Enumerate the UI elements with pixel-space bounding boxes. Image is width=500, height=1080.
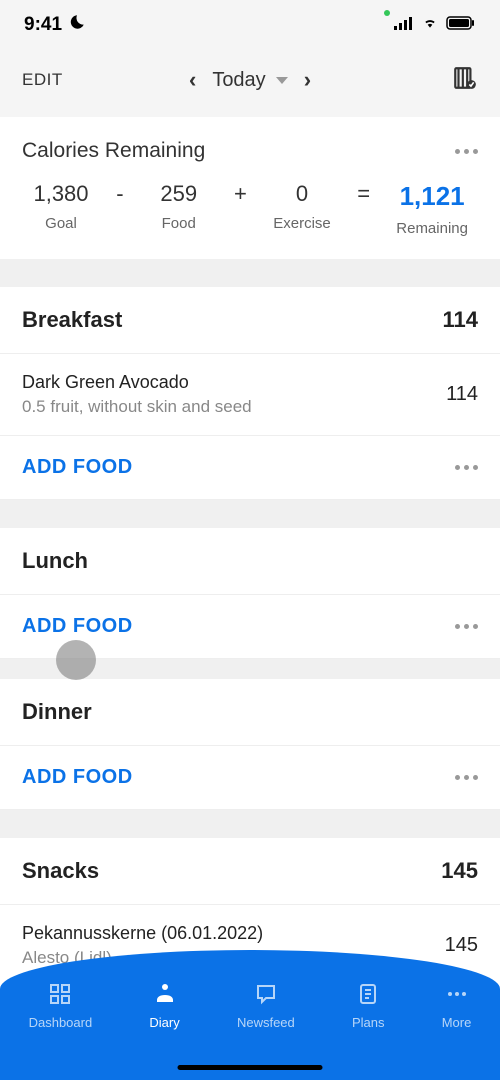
date-navigator: ‹ Today › <box>189 67 311 93</box>
breakfast-header[interactable]: Breakfast 114 <box>0 287 500 354</box>
calories-summary: Calories Remaining 1,380 Goal - 259 Food… <box>0 117 500 259</box>
breakfast-calories: 114 <box>443 307 479 333</box>
food-item-name: Dark Green Avocado <box>22 372 252 393</box>
snacks-header[interactable]: Snacks 145 <box>0 838 500 905</box>
equals-operator: = <box>357 181 370 207</box>
nav-plans-label: Plans <box>352 1015 385 1030</box>
dinner-header[interactable]: Dinner <box>0 679 500 746</box>
nav-diary[interactable]: Diary <box>149 980 179 1030</box>
lunch-header[interactable]: Lunch <box>0 528 500 595</box>
snacks-label: Snacks <box>22 858 99 884</box>
cellular-icon <box>394 16 414 35</box>
more-icon <box>443 980 471 1008</box>
add-food-breakfast-button[interactable]: ADD FOOD <box>22 456 133 479</box>
next-day-button[interactable]: › <box>304 67 311 93</box>
nav-dashboard-label: Dashboard <box>29 1015 93 1030</box>
edit-button[interactable]: EDIT <box>22 70 63 90</box>
nav-dashboard[interactable]: Dashboard <box>29 980 93 1030</box>
add-food-dinner-button[interactable]: ADD FOOD <box>22 766 133 789</box>
plus-operator: + <box>234 181 247 207</box>
status-time: 9:41 <box>24 14 62 36</box>
header: EDIT ‹ Today › <box>0 50 500 110</box>
calories-food-value: 259 <box>150 181 208 207</box>
nav-newsfeed[interactable]: Newsfeed <box>237 980 295 1030</box>
calories-goal-value: 1,380 <box>32 181 90 207</box>
lunch-more-button[interactable] <box>455 624 478 629</box>
dinner-more-button[interactable] <box>455 775 478 780</box>
section-divider <box>0 500 500 528</box>
nav-more[interactable]: More <box>442 980 472 1030</box>
lunch-label: Lunch <box>22 548 88 574</box>
bottom-navigation: Dashboard Diary Newsfeed Plans More <box>0 950 500 1080</box>
chevron-down-icon <box>276 77 288 84</box>
nav-plans[interactable]: Plans <box>352 980 385 1030</box>
date-label-text: Today <box>212 69 265 92</box>
food-item-name: Pekannusskerne (06.01.2022) <box>22 923 263 944</box>
nav-diary-label: Diary <box>149 1015 179 1030</box>
status-bar: 9:41 <box>0 0 500 50</box>
section-divider <box>0 259 500 287</box>
calories-title: Calories Remaining <box>22 139 205 163</box>
battery-icon <box>446 16 476 35</box>
recording-indicator <box>384 10 390 16</box>
home-indicator[interactable] <box>178 1065 323 1070</box>
dashboard-icon <box>46 980 74 1008</box>
food-item-detail: 0.5 fruit, without skin and seed <box>22 397 252 417</box>
food-item-calories: 145 <box>445 934 478 957</box>
barcode-scan-button[interactable] <box>452 65 478 96</box>
calories-exercise-value: 0 <box>273 181 331 207</box>
calories-food-label: Food <box>150 215 208 232</box>
calories-goal: 1,380 Goal <box>32 181 90 232</box>
date-selector[interactable]: Today <box>212 69 287 92</box>
touch-indicator <box>56 640 96 680</box>
calories-more-button[interactable] <box>455 149 478 154</box>
breakfast-label: Breakfast <box>22 307 122 333</box>
wifi-icon <box>420 16 440 35</box>
calories-food: 259 Food <box>150 181 208 232</box>
plans-icon <box>354 980 382 1008</box>
breakfast-section: Breakfast 114 Dark Green Avocado 0.5 fru… <box>0 287 500 500</box>
do-not-disturb-icon <box>68 13 86 37</box>
nav-more-label: More <box>442 1015 472 1030</box>
section-divider <box>0 810 500 838</box>
calories-remaining-value: 1,121 <box>396 181 468 212</box>
breakfast-more-button[interactable] <box>455 465 478 470</box>
calories-exercise: 0 Exercise <box>273 181 331 232</box>
diary-icon <box>151 980 179 1008</box>
add-food-lunch-button[interactable]: ADD FOOD <box>22 615 133 638</box>
calories-remaining: 1,121 Remaining <box>396 181 468 237</box>
newsfeed-icon <box>252 980 280 1008</box>
nav-newsfeed-label: Newsfeed <box>237 1015 295 1030</box>
calories-remaining-label: Remaining <box>396 220 468 237</box>
calories-goal-label: Goal <box>32 215 90 232</box>
calories-exercise-label: Exercise <box>273 215 331 232</box>
snacks-calories: 145 <box>441 858 478 884</box>
food-item[interactable]: Dark Green Avocado 0.5 fruit, without sk… <box>0 354 500 436</box>
dinner-label: Dinner <box>22 699 92 725</box>
dinner-section: Dinner ADD FOOD <box>0 679 500 810</box>
prev-day-button[interactable]: ‹ <box>189 67 196 93</box>
minus-operator: - <box>116 181 123 207</box>
food-item-calories: 114 <box>446 383 478 406</box>
